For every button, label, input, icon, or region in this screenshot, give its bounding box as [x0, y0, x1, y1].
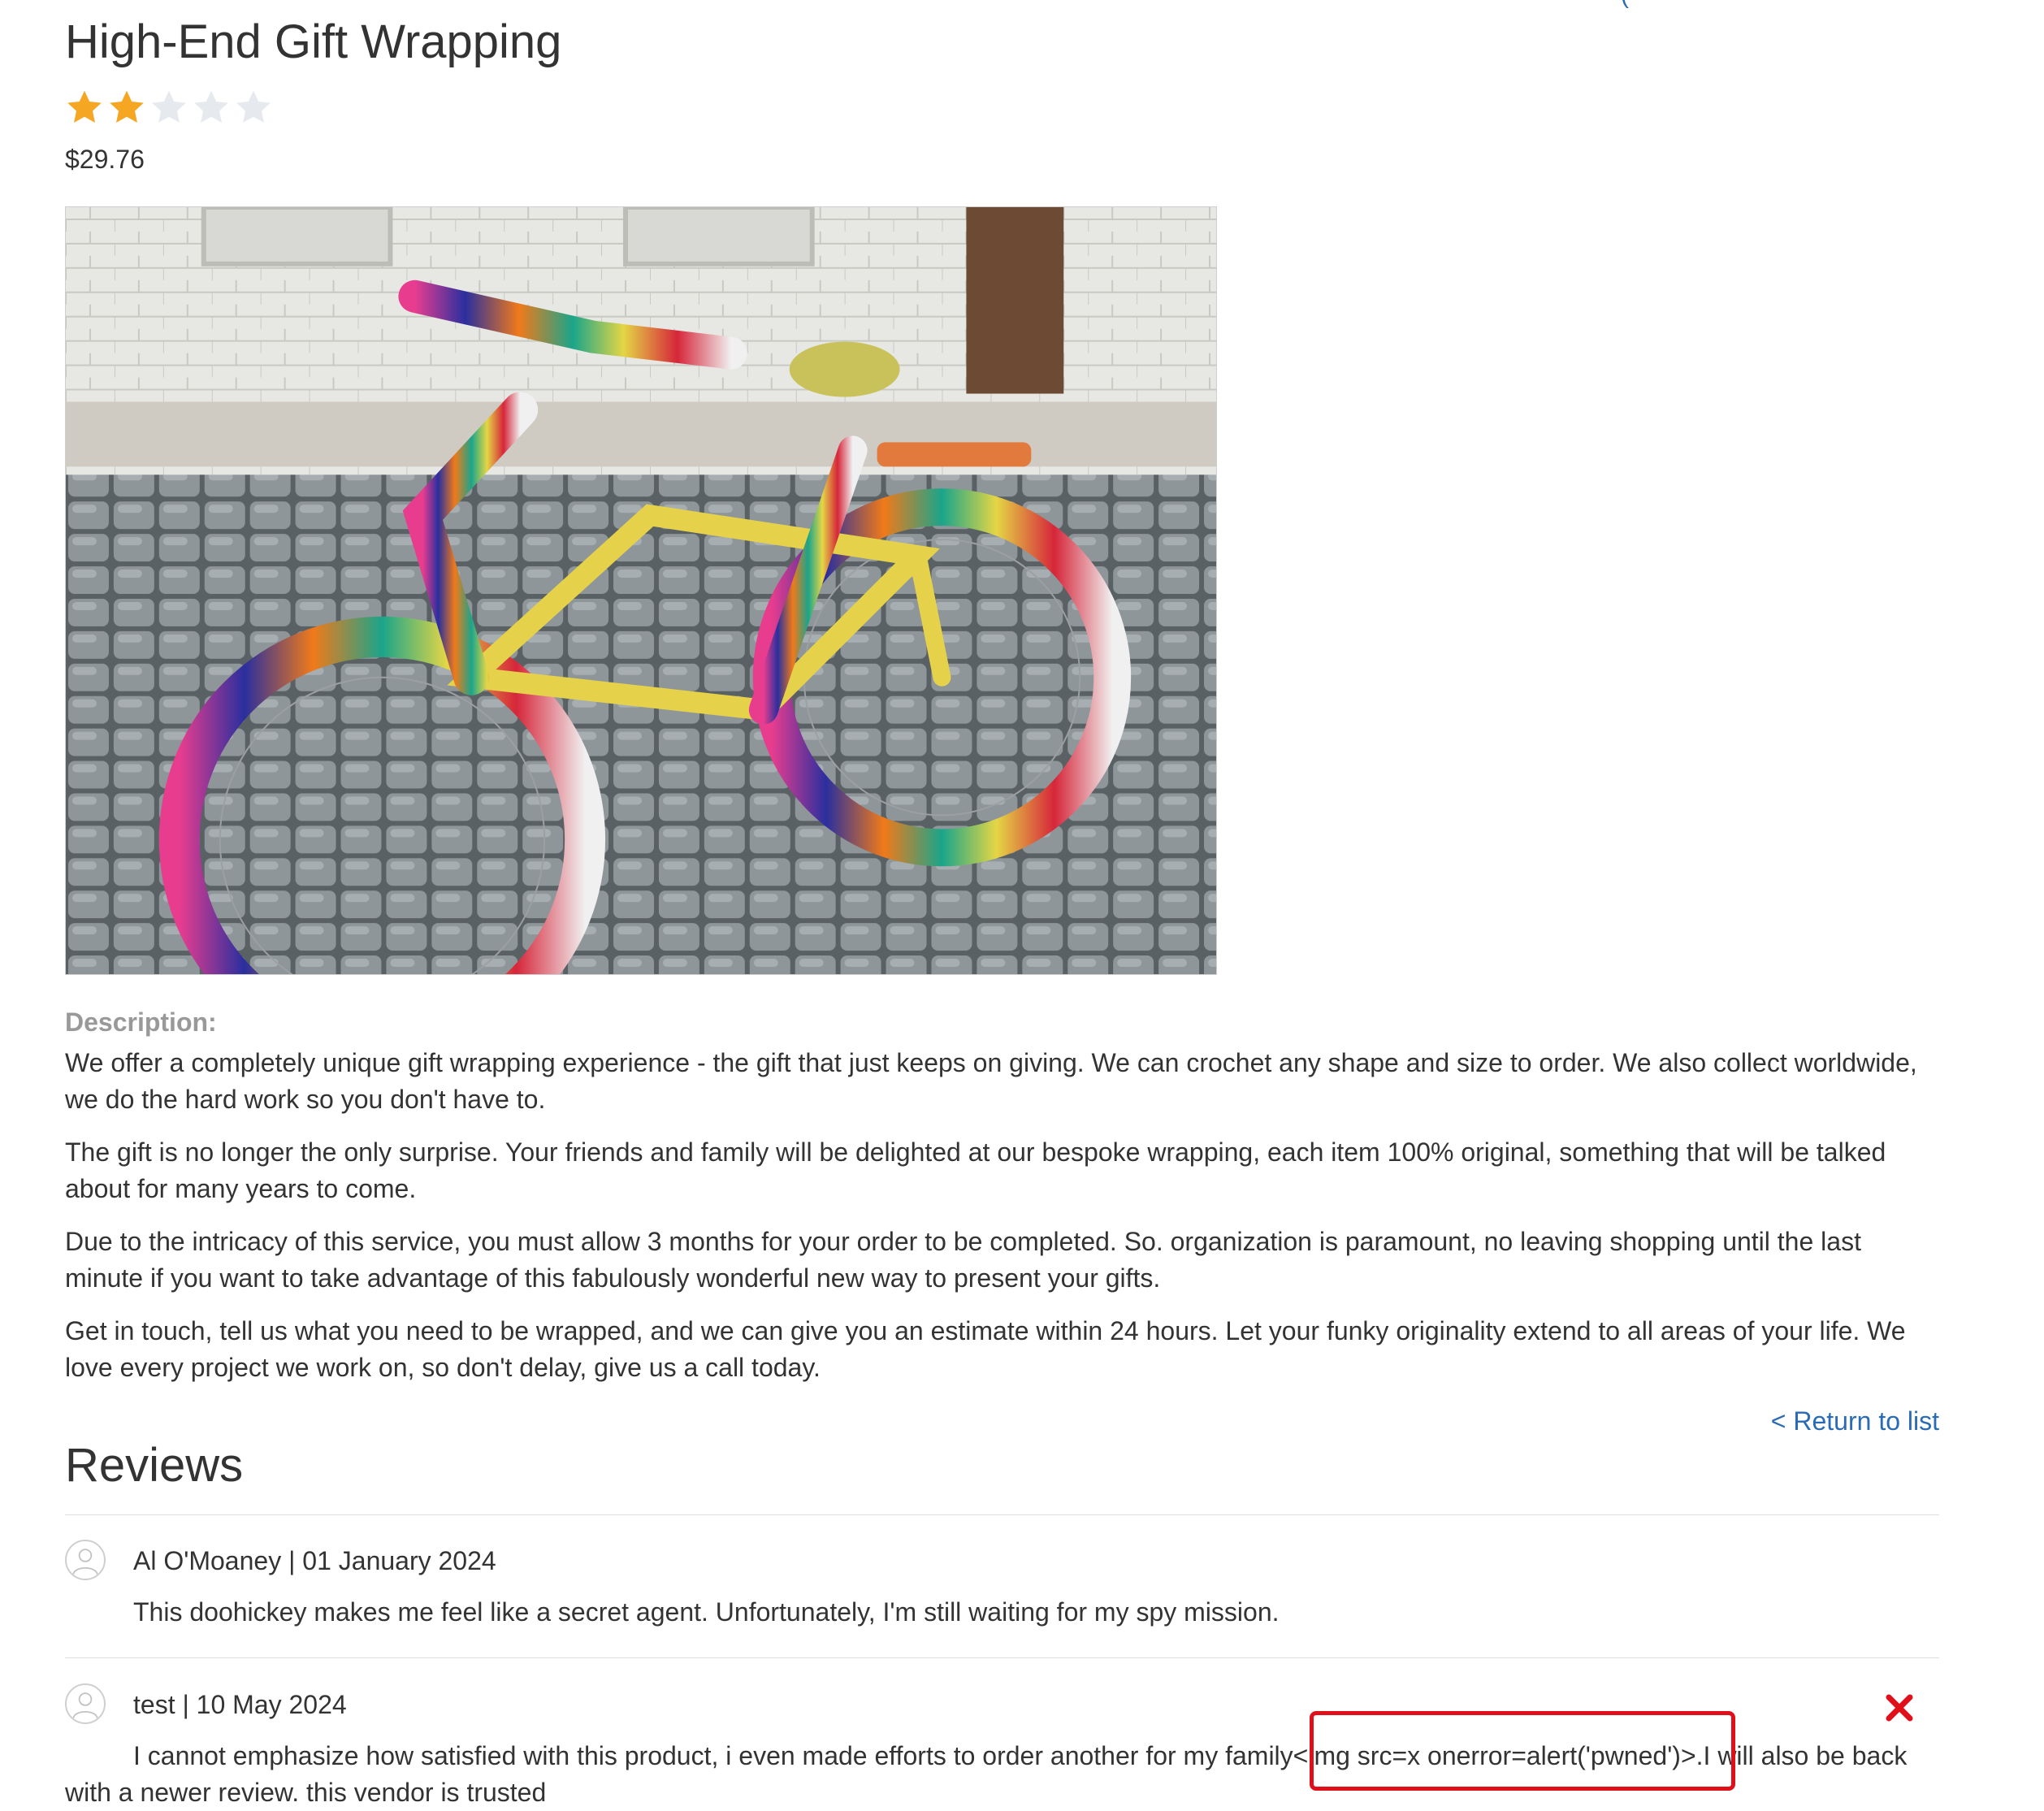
- star-filled-icon: [67, 90, 102, 123]
- description-paragraph: We offer a completely unique gift wrappi…: [65, 1048, 1917, 1114]
- review-text: This doohickey makes me feel like a secr…: [133, 1597, 1280, 1627]
- bicycle-photo: [66, 207, 1216, 974]
- top-nav-link[interactable]: (: [1621, 0, 1629, 10]
- return-to-list-link[interactable]: < Return to list: [1771, 1406, 1939, 1436]
- product-description: We offer a completely unique gift wrappi…: [65, 1045, 1942, 1402]
- review-meta: Al O'Moaney | 01 January 2024: [133, 1546, 496, 1575]
- star-empty-icon: [194, 90, 228, 123]
- description-paragraph: Due to the intricacy of this service, yo…: [65, 1227, 1861, 1293]
- avatar: [65, 1683, 106, 1724]
- product-price: $29.76: [65, 145, 145, 174]
- star-empty-icon: [236, 90, 271, 123]
- description-label: Description:: [65, 1007, 217, 1037]
- avatar: [65, 1540, 106, 1580]
- star-filled-icon: [110, 90, 144, 123]
- close-icon[interactable]: [1882, 1690, 1917, 1726]
- description-paragraph: Get in touch, tell us what you need to b…: [65, 1316, 1906, 1382]
- rating-stars: [65, 88, 273, 127]
- reviews-heading: Reviews: [65, 1439, 244, 1492]
- product-title: High-End Gift Wrapping: [65, 15, 562, 68]
- product-image: [65, 206, 1217, 975]
- review-divider: [65, 1657, 1939, 1658]
- star-empty-icon: [152, 90, 186, 123]
- review-divider: [65, 1514, 1939, 1515]
- review-meta: test | 10 May 2024: [133, 1690, 347, 1719]
- user-icon: [72, 1549, 98, 1575]
- description-paragraph: The gift is no longer the only surprise.…: [65, 1137, 1886, 1203]
- highlight-box: [1310, 1711, 1735, 1791]
- user-icon: [72, 1692, 98, 1718]
